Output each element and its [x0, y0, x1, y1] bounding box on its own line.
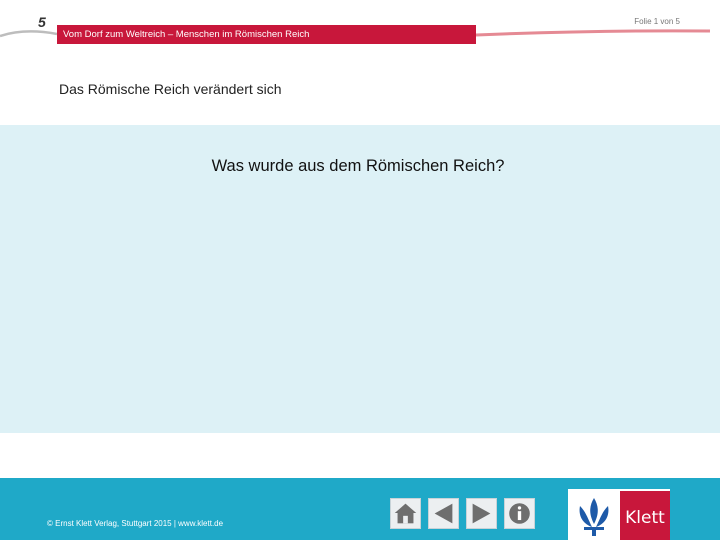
previous-icon [429, 499, 458, 528]
next-slide-button[interactable] [466, 498, 497, 529]
section-title: Das Römische Reich verändert sich [59, 81, 282, 97]
home-icon [391, 499, 420, 528]
home-button[interactable] [390, 498, 421, 529]
klett-logo-text: Klett [625, 508, 665, 528]
next-icon [467, 499, 496, 528]
klett-emblem-icon [579, 498, 609, 536]
info-icon [505, 499, 534, 528]
info-button[interactable] [504, 498, 535, 529]
header-band: Vom Dorf zum Weltreich – Menschen im Röm… [57, 25, 476, 44]
question-text: Was wurde aus dem Römischen Reich? [211, 157, 505, 175]
copyright-text: © Ernst Klett Verlag, Stuttgart 2015 | w… [47, 519, 224, 528]
klett-logo: Klett [568, 489, 670, 540]
previous-slide-button[interactable] [428, 498, 459, 529]
